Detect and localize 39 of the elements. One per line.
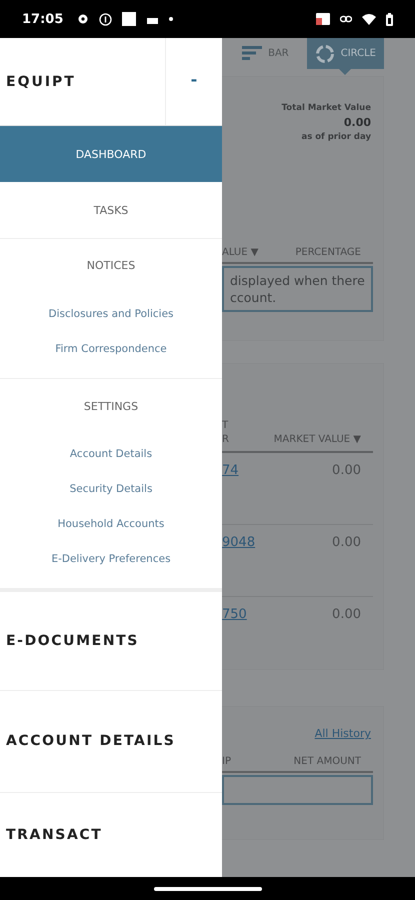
menu-item[interactable]: DASHBOARD (0, 126, 222, 182)
as-of-note: as of prior day (301, 132, 371, 142)
column-header: ALUE ▼ (222, 247, 258, 258)
account-link[interactable]: 74 (222, 463, 239, 478)
menu-link[interactable]: Firm Correspondence (0, 332, 222, 366)
column-header: IP (222, 756, 231, 767)
bar-chart-icon (242, 46, 262, 60)
link-icon (340, 15, 352, 23)
home-handle[interactable] (154, 886, 262, 890)
column-header: PERCENTAGE (295, 247, 361, 258)
column-header: MARKET VALUE ▼ (274, 433, 361, 447)
account-link[interactable]: 9048 (222, 535, 256, 550)
empty-message: displayed when there ccount. (222, 266, 373, 312)
cast-icon (316, 13, 330, 25)
account-link[interactable]: 750 (222, 607, 247, 622)
dot-icon (169, 17, 174, 21)
wifi-icon (362, 14, 376, 24)
total-label: Total Market Value (282, 103, 371, 113)
square-icon (122, 12, 136, 26)
menu-link[interactable]: E-Delivery Preferences (0, 541, 222, 576)
total-value: 0.00 (344, 116, 371, 129)
pointer-icon (339, 69, 352, 75)
history-link[interactable]: All History (314, 727, 371, 740)
menu-link[interactable]: Account Details (0, 436, 222, 472)
market-value: 0.00 (332, 607, 361, 622)
circle-icon (99, 12, 112, 26)
donut-chart-icon (314, 44, 335, 64)
market-value: 0.00 (332, 535, 361, 550)
menu-link[interactable]: Household Accounts (0, 506, 222, 542)
column-header: NET AMOUNT (294, 756, 361, 767)
drawer-title: EQUIPT (5, 72, 77, 92)
menu-link[interactable]: Disclosures and Policies (0, 296, 222, 332)
market-value: 0.00 (332, 463, 361, 478)
view-toggle[interactable]: BAR (234, 38, 297, 68)
view-toggle[interactable]: CIRCLE (306, 38, 384, 69)
column-header: T R (222, 419, 229, 447)
status-time: 17:05 (22, 12, 64, 26)
menu-link[interactable]: Security Details (0, 472, 222, 506)
battery-icon (386, 12, 393, 26)
